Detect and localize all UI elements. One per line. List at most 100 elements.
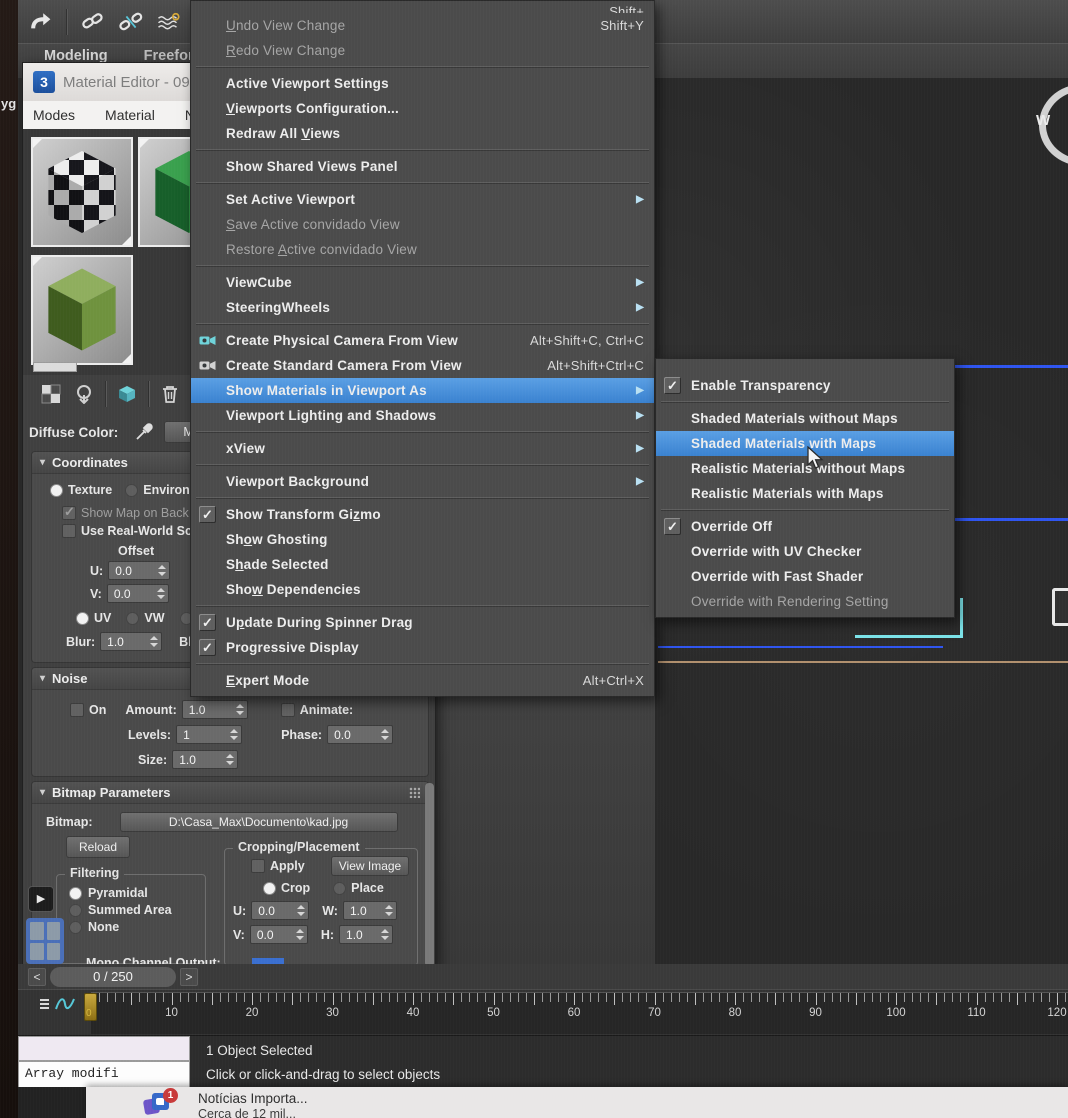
spinner-arrows-icon[interactable] [377,929,390,940]
spinner-arrows-icon[interactable] [292,929,304,940]
views-menu-item-create-physical-camera-from-view[interactable]: Create Physical Camera From View Alt+Shif… [191,328,654,353]
crop-w-spinner[interactable]: 1.0 [342,901,397,920]
spinner-arrows-icon[interactable] [232,704,244,715]
listener-line[interactable]: Array modifi [18,1061,190,1088]
amount-spinner[interactable]: 1.0 [181,700,248,719]
curve-editor-icon[interactable] [55,996,75,1012]
crop-h-spinner[interactable]: 1.0 [339,925,394,944]
unlink-icon[interactable] [119,10,143,34]
sample-palette-scrollbar[interactable] [33,362,77,372]
link-icon[interactable] [81,10,105,34]
views-menu-item-show-materials-in-viewport-as[interactable]: Show Materials in Viewport As ▶ [191,378,654,403]
views-menu-item-viewports-configuration[interactable]: Viewports Configuration... [191,96,654,121]
views-menu-item-xview[interactable]: xView ▶ [191,436,654,461]
spinner-arrows-icon[interactable] [293,905,306,916]
views-menu-item-expert-mode[interactable]: Expert Mode Alt+Ctrl+X [191,668,654,693]
views-menu-item-show-transform-gizmo[interactable]: ✓ Show Transform Gizmo [191,502,654,527]
views-menu-item-redraw-all-views[interactable]: Redraw All Views [191,121,654,146]
previous-frame-button[interactable]: < [28,968,46,986]
views-menu-item-show-ghosting[interactable]: Show Ghosting [191,527,654,552]
time-ruler[interactable]: 10 20 30 40 50 60 70 80 90 100 110 120 [91,992,1068,1034]
spinner-arrows-icon[interactable] [146,636,159,647]
blur-spinner[interactable]: 1.0 [100,632,163,651]
put-material-to-scene-icon[interactable] [72,382,96,406]
reload-button[interactable]: Reload [66,836,130,858]
views-menu-item-redo-view-change[interactable]: Redo View Change [191,38,654,63]
spinner-arrows-icon[interactable] [153,588,165,599]
views-menu-item-create-standard-camera-from-view[interactable]: Create Standard Camera From View Alt+Shif… [191,353,654,378]
maxscript-mini-listener[interactable]: Array modifi [18,1036,190,1088]
views-menu-item-shade-selected[interactable]: Shade Selected [191,552,654,577]
materials-submenu-item-enable-transparency[interactable]: ✓ Enable Transparency [656,373,954,398]
views-menu-item-viewport-lighting-and-shadows[interactable]: Viewport Lighting and Shadows ▶ [191,403,654,428]
materials-submenu-item-realistic-materials-with-maps[interactable]: Realistic Materials with Maps [656,481,954,506]
vw-radio[interactable] [126,611,140,625]
filtering-option-none[interactable]: None [69,920,205,934]
spinner-arrows-icon[interactable] [381,905,393,916]
views-menu-item-steeringwheels[interactable]: SteeringWheels ▶ [191,295,654,320]
uv-radio[interactable] [76,611,89,625]
materials-submenu-item-shaded-materials-with-maps[interactable]: Shaded Materials with Maps [656,431,954,456]
views-menu-item-fragment[interactable]: Shift+ [191,4,654,13]
views-menu-item-progressive-display[interactable]: ✓ Progressive Display [191,635,654,660]
bitmap-parameters-rollout-header[interactable]: ▾ Bitmap Parameters [32,782,428,804]
filtering-option-pyramidal[interactable]: Pyramidal [69,886,205,900]
key-filter-icon[interactable] [40,997,49,1011]
levels-spinner[interactable]: 1 [176,725,243,744]
redo-arrow-icon[interactable] [28,10,52,34]
spinner-arrows-icon[interactable] [226,729,239,740]
spinner-arrows-icon[interactable] [222,754,235,765]
crop-v-spinner[interactable]: 0.0 [249,925,308,944]
texture-radio[interactable] [50,483,63,497]
sample-slot-checker-cube[interactable] [31,137,133,247]
u-offset-spinner[interactable]: 0.0 [108,561,171,580]
place-radio[interactable] [333,881,347,895]
assign-material-to-selection-icon[interactable] [115,382,139,406]
materials-submenu-item-override-off[interactable]: ✓ Override Off [656,514,954,539]
views-menu-item-set-active-viewport[interactable]: Set Active Viewport ▶ [191,187,654,212]
crop-radio[interactable] [263,881,276,895]
phase-spinner[interactable]: 0.0 [327,725,394,744]
environ-radio[interactable] [125,483,139,497]
eyedropper-icon[interactable] [132,420,156,444]
macro-recorder-line[interactable] [18,1036,190,1061]
v-offset-spinner[interactable]: 0.0 [106,584,169,603]
materials-submenu-item-override-with-fast-shader[interactable]: Override with Fast Shader [656,564,954,589]
views-menu-item-show-shared-views-panel[interactable]: Show Shared Views Panel [191,154,654,179]
next-frame-button[interactable]: > [180,968,198,986]
filtering-option-summed-area[interactable]: Summed Area [69,903,205,917]
animate-checkbox[interactable] [280,702,295,717]
reset-map-trash-icon[interactable] [158,382,182,406]
noise-on-checkbox[interactable] [70,702,84,717]
views-menu-item-save-active-convidado-view[interactable]: Save Active convidado View [191,212,654,237]
views-menu-item-update-during-spinner-drag[interactable]: ✓ Update During Spinner Drag [191,610,654,635]
expand-listener-button[interactable]: ▶ [28,886,54,912]
view-image-button[interactable]: View Image [331,856,409,876]
views-menu-item-active-viewport-settings[interactable]: Active Viewport Settings [191,71,654,96]
views-menu-item-undo-view-change[interactable]: Undo View Change Shift+Y [191,13,654,38]
sample-slot-grass-cube[interactable] [31,254,133,365]
show-map-on-back-checkbox[interactable] [62,504,76,520]
material-editor-scrollbar[interactable] [425,783,434,967]
spinner-arrows-icon[interactable] [377,729,390,740]
materials-submenu-item-shaded-materials-without-maps[interactable]: Shaded Materials without Maps [656,406,954,431]
apply-checkbox[interactable] [251,859,265,873]
menu-modes[interactable]: Modes [33,107,75,123]
viewport-layout-tabs-icon[interactable] [26,918,64,964]
use-real-world-scale-checkbox[interactable] [62,524,76,538]
spinner-arrows-icon[interactable] [154,565,167,576]
views-menu-item-show-dependencies[interactable]: Show Dependencies [191,577,654,602]
views-menu-item-restore-active-convidado-view[interactable]: Restore Active convidado View [191,237,654,262]
get-material-icon[interactable] [39,382,63,406]
bitmap-path-button[interactable]: D:\Casa_Max\Documento\kad.jpg [119,812,398,832]
materials-submenu-item-override-with-rendering-setting[interactable]: Override with Rendering Setting [656,589,954,614]
menu-material[interactable]: Material [105,107,155,123]
materials-submenu-item-realistic-materials-without-maps[interactable]: Realistic Materials without Maps [656,456,954,481]
size-spinner[interactable]: 1.0 [172,750,239,769]
views-menu-item-viewcube[interactable]: ViewCube ▶ [191,270,654,295]
current-frame-field[interactable]: 0 / 250 [50,967,176,987]
notification-toast[interactable]: 1 Notícias Importa... Cerca de 12 mil... [86,1087,1068,1118]
crop-u-spinner[interactable]: 0.0 [251,901,310,920]
snap-waves-icon[interactable] [157,10,181,34]
materials-submenu-item-override-with-uv-checker[interactable]: Override with UV Checker [656,539,954,564]
